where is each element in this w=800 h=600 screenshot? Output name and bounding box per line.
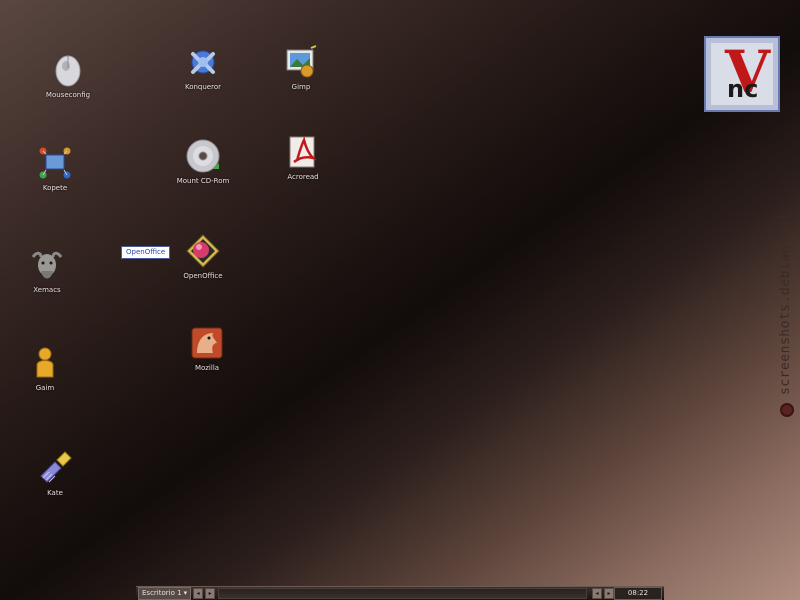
desktop-icon-label: Konqueror [184, 83, 222, 91]
desktop-icon-mount-cdrom[interactable]: Mount CD-Rom [168, 138, 238, 185]
desktop-icon-label: Gimp [291, 83, 311, 91]
desktop-icon-kate[interactable]: Kate [20, 450, 90, 497]
acroread-icon [289, 136, 318, 168]
task-area[interactable] [218, 588, 587, 599]
desktop-icon-mouseconfig[interactable]: Mouseconfig [33, 52, 103, 99]
cdrom-icon [186, 139, 220, 173]
vnc-logo: V nc [704, 36, 780, 112]
desktop-switcher-label: Escritorio 1 [142, 589, 182, 597]
camera-icon [780, 403, 794, 417]
icon-tooltip: OpenOffice [121, 246, 171, 259]
desktop-icon-acroread[interactable]: Acroread [268, 134, 338, 181]
gaim-icon [36, 347, 54, 378]
desktop-icon-konqueror[interactable]: Konqueror [168, 44, 238, 91]
desktop: Mouseconfig Konqueror Gimp Kopete Mount … [0, 0, 800, 600]
kate-icon [40, 451, 72, 483]
desktop-icon-label: Mozilla [194, 364, 220, 372]
desktop-icon-label: Mouseconfig [45, 91, 91, 99]
desktop-switcher[interactable]: Escritorio 1 ▾ [138, 587, 192, 600]
desktop-icon-xemacs[interactable]: Xemacs [12, 247, 82, 294]
prev-desktop-button[interactable]: ◂ [193, 588, 204, 599]
prev-task-button[interactable]: ◂ [592, 588, 602, 599]
mouse-icon [55, 55, 81, 87]
desktop-icon-kopete[interactable]: Kopete [20, 145, 90, 192]
desktop-icon-label: Gaim [35, 384, 55, 392]
kopete-icon [39, 147, 71, 179]
next-task-button[interactable]: ▸ [604, 588, 614, 599]
desktop-icon-label: Mount CD-Rom [176, 177, 230, 185]
watermark-text: screenshots.debian.net [778, 211, 793, 395]
desktop-icon-gaim[interactable]: Gaim [10, 345, 80, 392]
clock[interactable]: 08:22 [614, 587, 662, 600]
konqueror-icon [191, 50, 215, 74]
desktop-icon-label: Kate [47, 489, 63, 497]
desktop-icon-openoffice[interactable]: OpenOffice [168, 233, 238, 280]
desktop-icon-label: Kopete [42, 184, 68, 192]
gimp-icon [286, 45, 317, 78]
mozilla-icon [191, 327, 223, 359]
desktop-icon-mozilla[interactable]: Mozilla [172, 325, 242, 372]
desktop-icon-label: Acroread [287, 173, 319, 181]
gnu-icon [31, 251, 63, 279]
desktop-icon-label: Xemacs [33, 286, 61, 294]
taskbar: Escritorio 1 ▾ ◂ ▸ ◂ ▸ 08:22 [136, 586, 664, 600]
next-desktop-button[interactable]: ▸ [205, 588, 216, 599]
desktop-icon-gimp[interactable]: Gimp [266, 44, 336, 91]
chevron-down-icon: ▾ [183, 589, 188, 597]
vnc-logo-nc: nc [727, 75, 759, 103]
desktop-icon-label: OpenOffice [183, 272, 223, 280]
openoffice-icon [186, 234, 220, 268]
